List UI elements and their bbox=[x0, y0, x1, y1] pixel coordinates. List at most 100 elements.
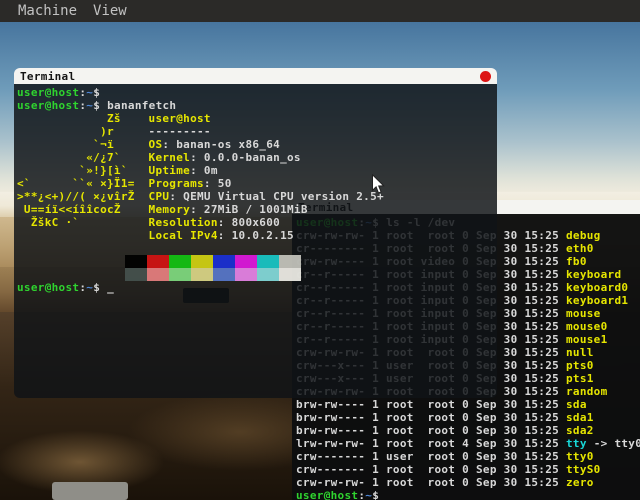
palette-swatch bbox=[169, 255, 191, 268]
fetch-value: : 50 bbox=[204, 177, 232, 190]
fetch-line: `¬ï OS: banan-os x86_64 bbox=[17, 138, 497, 151]
text-cursor: _ bbox=[386, 489, 393, 500]
device-file-name: sda2 bbox=[566, 424, 594, 437]
close-button[interactable] bbox=[480, 71, 491, 82]
fetch-value: : 10.0.2.15 bbox=[218, 229, 294, 242]
palette-swatch bbox=[257, 268, 279, 281]
fetch-label: Kernel bbox=[149, 151, 191, 164]
ls-row: brw-rw---- 1 root root 0 Sep 30 15:25 sd… bbox=[296, 411, 640, 424]
fetch-label: user@host bbox=[149, 112, 211, 125]
vm-menu-bar: Machine View bbox=[0, 0, 640, 22]
menu-item-machine[interactable]: Machine bbox=[18, 3, 77, 19]
window1-title: Terminal bbox=[20, 70, 75, 83]
fetch-label: OS bbox=[149, 138, 163, 151]
mouse-cursor-icon bbox=[371, 174, 385, 199]
fetch-line: Local IPv4: 10.0.2.15 bbox=[17, 229, 497, 242]
prompt-line: user@host:~$_ bbox=[296, 489, 640, 500]
device-file-name: keyboard bbox=[566, 268, 621, 281]
palette-swatch bbox=[235, 255, 257, 268]
device-file-name: tty bbox=[566, 437, 587, 450]
ascii-art: >**¿<+)//( ×¿vîrŽ bbox=[17, 190, 149, 203]
color-palette-row-normal bbox=[125, 255, 497, 268]
device-file-name: mouse0 bbox=[566, 320, 608, 333]
ascii-art: `¬ï bbox=[17, 138, 149, 151]
fetch-value: : 27MiB / 1001MiB bbox=[190, 203, 308, 216]
fetch-label: Local IPv4 bbox=[149, 229, 218, 242]
ascii-art bbox=[17, 229, 149, 242]
ascii-art: `»!}[ì` bbox=[17, 164, 149, 177]
palette-swatch bbox=[125, 268, 147, 281]
ascii-art: «/¿7` bbox=[17, 151, 149, 164]
fetch-value: : QEMU Virtual CPU version 2.5+ bbox=[169, 190, 384, 203]
ls-row: lrw-rw-rw- 1 root root 4 Sep 30 15:25 tt… bbox=[296, 437, 640, 450]
device-file-name: null bbox=[566, 346, 594, 359]
fetch-value: --------- bbox=[149, 125, 211, 138]
palette-swatch bbox=[213, 268, 235, 281]
device-file-name: zero bbox=[566, 476, 594, 489]
prompt-line: user@host:~$ bbox=[17, 86, 497, 99]
palette-swatch bbox=[191, 268, 213, 281]
blank-line bbox=[17, 242, 497, 255]
fetch-line: >**¿<+)//( ×¿vîrŽ CPU: QEMU Virtual CPU … bbox=[17, 190, 497, 203]
device-file-name: sda bbox=[566, 398, 587, 411]
command-text: bananfetch bbox=[107, 99, 176, 112]
fetch-line: ŽškC ·` Resolution: 800x600 bbox=[17, 216, 497, 229]
palette-swatch bbox=[279, 255, 301, 268]
device-file-name: pts1 bbox=[566, 372, 594, 385]
fetch-line: «/¿7` Kernel: 0.0.0-banan_os bbox=[17, 151, 497, 164]
device-file-name: sda1 bbox=[566, 411, 594, 424]
ls-row: brw-rw---- 1 root root 0 Sep 30 15:25 sd… bbox=[296, 398, 640, 411]
color-palette-row-bright bbox=[125, 268, 497, 281]
palette-swatch bbox=[147, 268, 169, 281]
fetch-label: Uptime bbox=[149, 164, 191, 177]
fetch-line: <` ``« ×}Ï1= Programs: 50 bbox=[17, 177, 497, 190]
fetch-line: Zš user@host bbox=[17, 112, 497, 125]
fetch-line: U==íï<<íîîcocŽ Memory: 27MiB / 1001MiB bbox=[17, 203, 497, 216]
prompt-line: user@host:~$bananfetch bbox=[17, 99, 497, 112]
device-file-name: keyboard0 bbox=[566, 281, 628, 294]
fetch-label: Memory bbox=[149, 203, 191, 216]
device-file-name: pts0 bbox=[566, 359, 594, 372]
palette-swatch bbox=[235, 268, 257, 281]
fetch-value: : banan-os x86_64 bbox=[162, 138, 280, 151]
window1-titlebar[interactable]: Terminal bbox=[14, 68, 497, 84]
window1-terminal-content[interactable]: user@host:~$ user@host:~$bananfetch Zš u… bbox=[14, 84, 497, 398]
fetch-value: : 0m bbox=[190, 164, 218, 177]
fetch-value: : 0.0.0-banan_os bbox=[190, 151, 301, 164]
device-file-name: mouse1 bbox=[566, 333, 608, 346]
ascii-art: Zš bbox=[17, 112, 149, 125]
palette-swatch bbox=[279, 268, 301, 281]
device-file-name: debug bbox=[566, 229, 601, 242]
ascii-art: <` ``« ×}Ï1= bbox=[17, 177, 149, 190]
device-file-name: keyboard1 bbox=[566, 294, 628, 307]
ascii-art: )r bbox=[17, 125, 149, 138]
device-file-name: fb0 bbox=[566, 255, 587, 268]
device-file-name: random bbox=[566, 385, 608, 398]
ls-row: crw------- 1 user root 0 Sep 30 15:25 tt… bbox=[296, 450, 640, 463]
ls-row: crw-rw-rw- 1 root root 0 Sep 30 15:25 ze… bbox=[296, 476, 640, 489]
palette-swatch bbox=[169, 268, 191, 281]
device-file-name: eth0 bbox=[566, 242, 594, 255]
ascii-art: U==íï<<íîîcocŽ bbox=[17, 203, 149, 216]
palette-swatch bbox=[125, 255, 147, 268]
fetch-line: )r --------- bbox=[17, 125, 497, 138]
ls-row: crw------- 1 root root 0 Sep 30 15:25 tt… bbox=[296, 463, 640, 476]
text-cursor: _ bbox=[107, 281, 114, 294]
ls-row: brw-rw---- 1 root root 0 Sep 30 15:25 sd… bbox=[296, 424, 640, 437]
fetch-line: `»!}[ì` Uptime: 0m bbox=[17, 164, 497, 177]
device-file-name: ttyS0 bbox=[566, 463, 601, 476]
fetch-label: Resolution bbox=[149, 216, 218, 229]
terminal-window-fetch: Terminal user@host:~$ user@host:~$bananf… bbox=[14, 68, 497, 398]
palette-swatch bbox=[147, 255, 169, 268]
palette-swatch bbox=[213, 255, 235, 268]
fetch-value: : 800x600 bbox=[218, 216, 280, 229]
palette-swatch bbox=[191, 255, 213, 268]
menu-item-view[interactable]: View bbox=[93, 3, 127, 19]
fetch-label: Programs bbox=[149, 177, 204, 190]
device-file-name: mouse bbox=[566, 307, 601, 320]
prompt-line: user@host:~$_ bbox=[17, 281, 497, 294]
fetch-output: Zš user@host )r --------- `¬ï OS: banan-… bbox=[17, 112, 497, 242]
fetch-label: CPU bbox=[149, 190, 170, 203]
ascii-art: ŽškC ·` bbox=[17, 216, 149, 229]
wallpaper-gray-patch bbox=[52, 482, 128, 500]
